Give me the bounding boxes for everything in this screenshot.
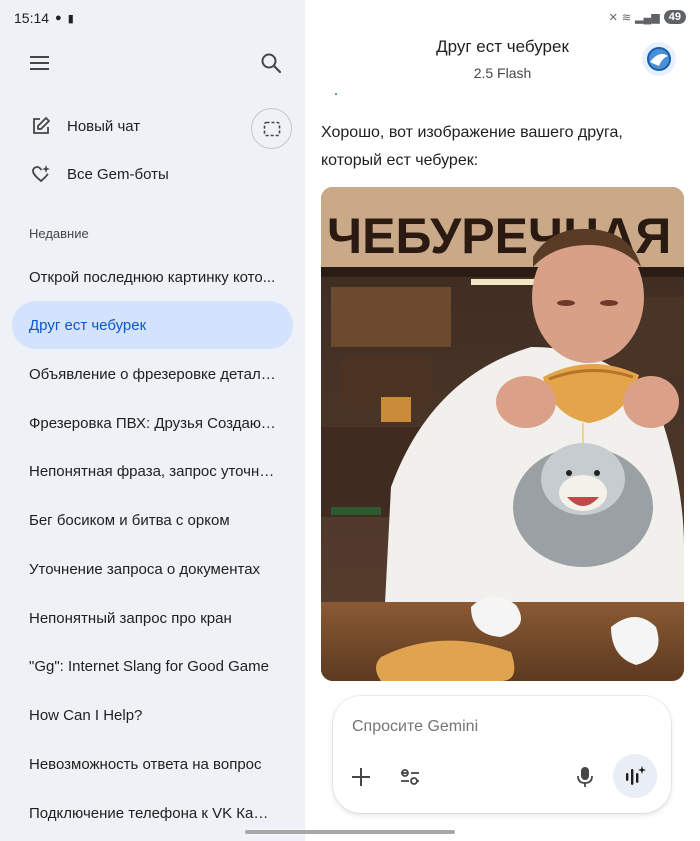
plus-icon — [352, 768, 370, 786]
heart-sparkle-icon — [32, 165, 50, 182]
prompt-composer — [333, 696, 671, 813]
new-chat-button[interactable]: Новый чат — [31, 116, 140, 136]
gems-button[interactable]: Все Gem-боты — [31, 164, 169, 184]
recent-chat-item[interactable]: How Can I Help? — [12, 691, 293, 739]
recent-chat-item[interactable]: Объявление о фрезеровке деталей... — [12, 350, 293, 398]
generated-image[interactable]: ЧЕБУРЕЧНАЯ — [321, 187, 684, 681]
avatar-icon — [642, 42, 676, 76]
recent-chat-item[interactable]: Фрезеровка ПВХ: Друзья Создают ... — [12, 399, 293, 447]
menu-button[interactable] — [28, 51, 52, 75]
wifi-icon: ≋ — [621, 11, 632, 24]
status-time: 15:14 — [14, 10, 50, 26]
chat-title[interactable]: Друг ест чебурек — [305, 37, 700, 57]
search-icon — [261, 53, 282, 74]
recent-chat-item[interactable]: Невозможность ответа на вопрос — [12, 740, 293, 788]
new-chat-label: Новый чат — [67, 117, 141, 135]
response-text: Хорошо, вот изображение вашего друга, ко… — [321, 124, 623, 169]
hamburger-icon — [30, 56, 49, 70]
capture-button[interactable] — [251, 108, 292, 149]
sidebar: 15:14 ● ▮ Новый чат Все Gem-боты Недавни… — [0, 0, 305, 841]
status-bar-right: ✕ ≋ ▂▄▆ 49 — [609, 10, 686, 24]
live-mode-button[interactable] — [613, 754, 657, 798]
sim-icon: ▮ — [67, 12, 74, 25]
tools-button[interactable] — [396, 763, 424, 791]
home-indicator[interactable] — [245, 830, 455, 834]
scroll-marker — [335, 93, 337, 95]
sliders-icon — [401, 769, 419, 785]
recent-heading: Недавние — [29, 226, 89, 241]
avatar[interactable] — [642, 42, 676, 76]
microphone-icon — [577, 767, 593, 787]
chat-panel: ✕ ≋ ▂▄▆ 49 Друг ест чебурек 2.5 Flash Хо… — [305, 0, 700, 841]
battery-indicator: 49 — [663, 10, 686, 24]
generated-image-illustration: ЧЕБУРЕЧНАЯ — [321, 187, 684, 681]
recent-chat-item[interactable]: Непонятный запрос про кран — [12, 594, 293, 642]
recent-chat-item[interactable]: Непонятная фраза, запрос уточне... — [12, 447, 293, 495]
recent-chat-item[interactable]: Бег босиком и битва с орком — [12, 496, 293, 544]
mute-icon: ✕ — [608, 11, 618, 24]
dashed-frame-icon — [263, 121, 280, 136]
recent-chat-item-active[interactable]: Друг ест чебурек — [12, 301, 293, 349]
add-attachment-button[interactable] — [347, 763, 375, 791]
waveform-sparkle-icon — [626, 766, 646, 785]
recent-chat-item[interactable]: Открой последнюю картинку кото... — [12, 253, 293, 301]
signal-icon: ▂▄▆ — [635, 11, 660, 24]
message-icon: ● — [55, 12, 62, 24]
model-selector[interactable]: 2.5 Flash — [305, 65, 700, 81]
recent-chat-item[interactable]: "Gg": Internet Slang for Good Game — [12, 642, 293, 690]
microphone-button[interactable] — [571, 763, 599, 791]
edit-icon — [33, 117, 50, 134]
prompt-input[interactable] — [352, 718, 652, 736]
status-bar-left: 15:14 ● ▮ — [14, 10, 74, 26]
search-button[interactable] — [259, 51, 283, 75]
recent-chat-item[interactable]: Уточнение запроса о документах — [12, 545, 293, 593]
gems-label: Все Gem-боты — [67, 165, 169, 183]
